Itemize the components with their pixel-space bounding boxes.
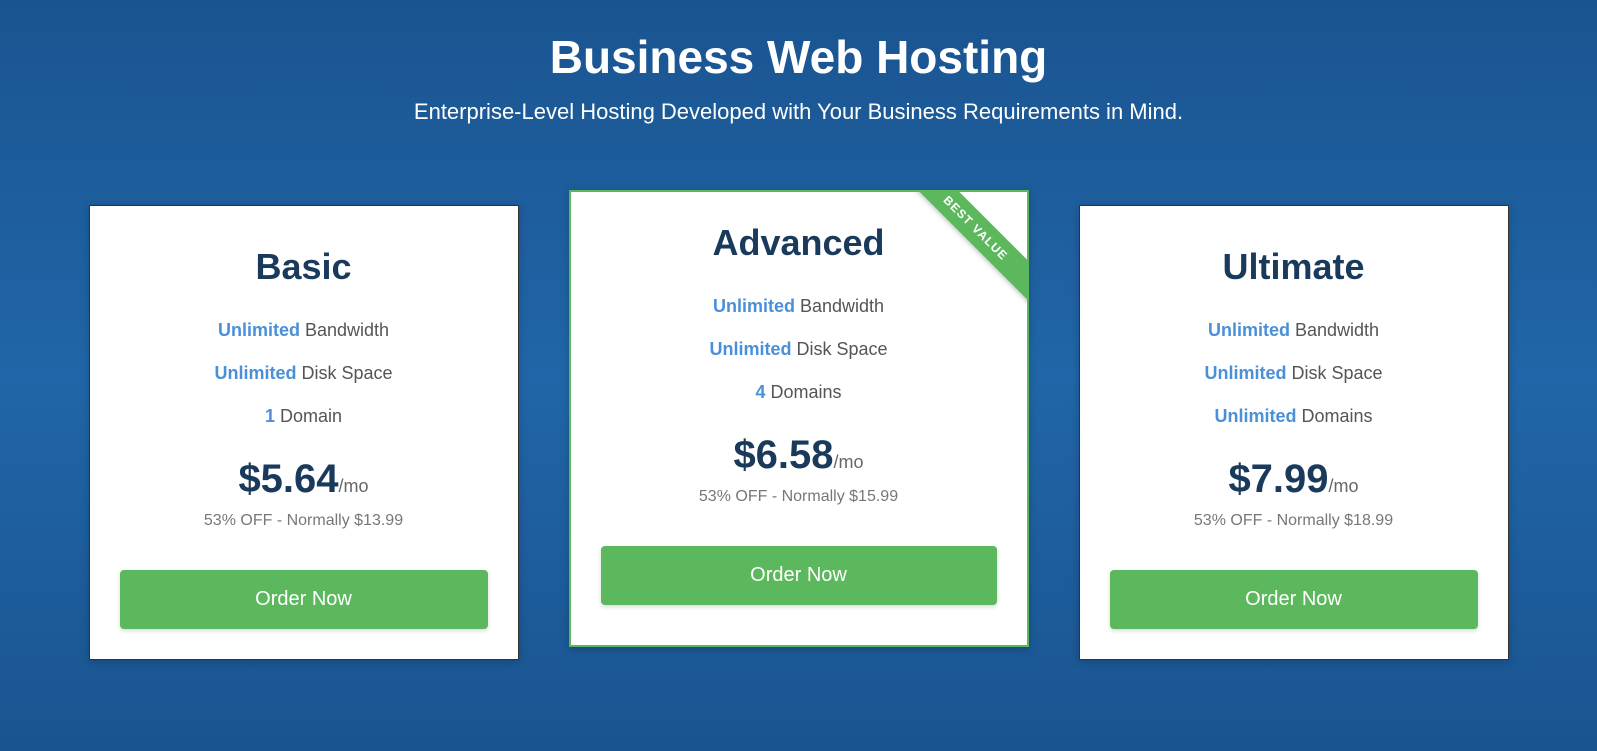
page-title: Business Web Hosting [20, 30, 1577, 84]
plan-title: Basic [120, 246, 488, 288]
feature-text: Disk Space [1286, 363, 1382, 383]
discount-text: 53% OFF - Normally $18.99 [1110, 512, 1478, 530]
order-now-button[interactable]: Order Now [120, 570, 488, 629]
price-amount: $6.58 [733, 433, 833, 477]
page-header: Business Web Hosting Enterprise-Level Ho… [20, 30, 1577, 125]
feature-bandwidth: Unlimited Bandwidth [1110, 320, 1478, 341]
price-period: /mo [834, 452, 864, 472]
feature-highlight: Unlimited [218, 320, 300, 340]
feature-domains: 1 Domain [120, 406, 488, 427]
order-now-button[interactable]: Order Now [1110, 570, 1478, 629]
pricing-cards: Basic Unlimited Bandwidth Unlimited Disk… [20, 205, 1577, 660]
feature-bandwidth: Unlimited Bandwidth [120, 320, 488, 341]
feature-highlight: 4 [755, 382, 765, 402]
price-row: $7.99/mo [1110, 457, 1478, 502]
plan-card-advanced: BEST VALUE Advanced Unlimited Bandwidth … [569, 190, 1029, 647]
feature-highlight: Unlimited [1214, 406, 1296, 426]
page-subtitle: Enterprise-Level Hosting Developed with … [20, 99, 1577, 125]
price-amount: $7.99 [1228, 457, 1328, 501]
feature-domains: 4 Domains [601, 382, 997, 403]
price-amount: $5.64 [238, 457, 338, 501]
price-row: $6.58/mo [601, 433, 997, 478]
plan-title: Advanced [601, 222, 997, 264]
feature-bandwidth: Unlimited Bandwidth [601, 296, 997, 317]
feature-text: Bandwidth [300, 320, 389, 340]
price-period: /mo [1329, 476, 1359, 496]
discount-text: 53% OFF - Normally $15.99 [601, 488, 997, 506]
feature-text: Domains [1296, 406, 1372, 426]
feature-text: Bandwidth [1290, 320, 1379, 340]
feature-diskspace: Unlimited Disk Space [601, 339, 997, 360]
feature-highlight: Unlimited [713, 296, 795, 316]
feature-diskspace: Unlimited Disk Space [1110, 363, 1478, 384]
discount-text: 53% OFF - Normally $13.99 [120, 512, 488, 530]
feature-text: Domain [275, 406, 342, 426]
feature-highlight: Unlimited [1204, 363, 1286, 383]
feature-text: Disk Space [296, 363, 392, 383]
price-period: /mo [339, 476, 369, 496]
feature-diskspace: Unlimited Disk Space [120, 363, 488, 384]
order-now-button[interactable]: Order Now [601, 546, 997, 605]
feature-domains: Unlimited Domains [1110, 406, 1478, 427]
price-row: $5.64/mo [120, 457, 488, 502]
feature-highlight: Unlimited [1208, 320, 1290, 340]
feature-text: Disk Space [791, 339, 887, 359]
feature-highlight: 1 [265, 406, 275, 426]
feature-highlight: Unlimited [214, 363, 296, 383]
feature-highlight: Unlimited [709, 339, 791, 359]
plan-title: Ultimate [1110, 246, 1478, 288]
feature-text: Bandwidth [795, 296, 884, 316]
plan-card-basic: Basic Unlimited Bandwidth Unlimited Disk… [89, 205, 519, 660]
feature-text: Domains [765, 382, 841, 402]
plan-card-ultimate: Ultimate Unlimited Bandwidth Unlimited D… [1079, 205, 1509, 660]
